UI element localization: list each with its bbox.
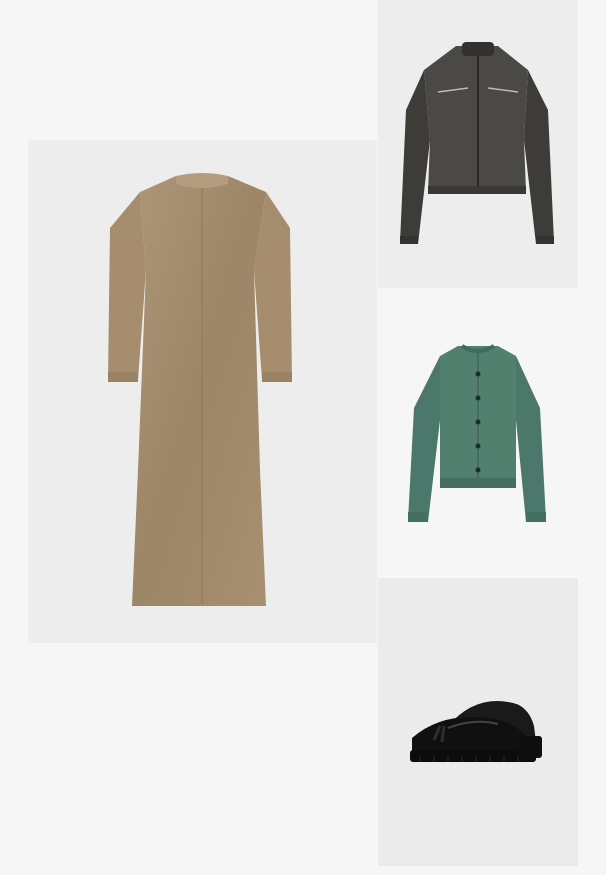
product-tile-dress[interactable] [28,140,377,643]
green-knit-cardigan-image [408,344,546,522]
product-tile-cardigan[interactable] [378,290,578,578]
outfit-collage-page: { "page": { "background": "#f6f6f6" }, "… [0,0,606,875]
product-tile-jacket[interactable] [378,0,578,288]
black-chunky-loafers-image [410,701,542,762]
knit-maxi-dress-image [108,173,292,606]
product-tile-shoes[interactable] [378,578,578,866]
leather-biker-jacket-image [400,42,554,244]
